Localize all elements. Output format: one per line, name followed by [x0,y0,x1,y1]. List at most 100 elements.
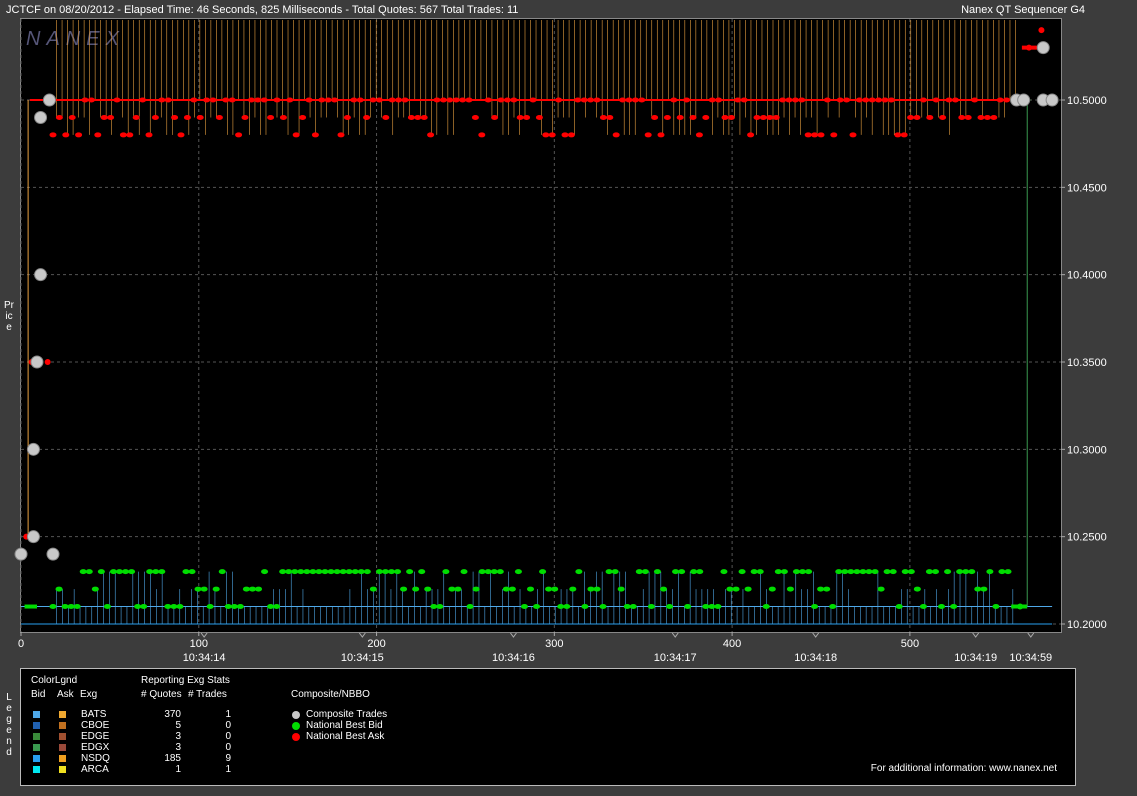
ask-marker [913,114,921,120]
trade-marker [42,93,56,107]
bid-marker [152,569,160,575]
bid-swatch [33,766,40,773]
bid-marker [73,604,81,610]
ask-marker [830,132,838,138]
ask-marker [599,114,607,120]
bid-marker [581,604,589,610]
bid-marker [944,569,952,575]
bid-marker [212,586,220,592]
bid-marker [611,569,619,575]
bid-marker [327,569,335,575]
bid-swatch [33,755,40,762]
ask-marker [702,114,710,120]
bid-marker [224,604,232,610]
bid-swatch [33,744,40,751]
legend-colorlgnd: ColorLgnd [31,675,78,686]
ask-marker [267,114,275,120]
bid-marker [115,569,123,575]
exchange-name: CBOE [81,720,110,731]
bid-marker [907,569,915,575]
bid-marker [109,569,117,575]
time-tick-label: 10:34:17 [654,652,697,664]
bid-marker [968,569,976,575]
ask-marker [772,114,780,120]
bid-marker [847,569,855,575]
bid-marker [55,586,63,592]
bid-marker [871,569,879,575]
bid-marker [859,569,867,575]
bid-marker [659,586,667,592]
ask-marker [907,114,915,120]
bid-marker [460,569,468,575]
ask-marker [817,132,825,138]
ask-marker [75,132,83,138]
bid-marker [792,569,800,575]
bid-marker [901,569,909,575]
time-tick-mark [510,632,517,638]
bid-marker [895,604,903,610]
legend-stats-title: Reporting Exg Stats [141,675,230,686]
bid-swatch [33,711,40,718]
ask-marker [414,114,422,120]
exchange-name: BATS [81,709,107,720]
bid-marker [992,604,1000,610]
bid-marker [170,604,178,610]
bid-marker [91,586,99,592]
time-tick-mark [358,632,366,638]
ask-marker [171,114,179,120]
ask-marker [894,132,902,138]
bid-marker [913,586,921,592]
bid-marker [835,569,843,575]
bid-marker [533,604,541,610]
ask-marker [471,114,479,120]
y-tick-label: 10.4000 [1067,270,1107,282]
bid-marker [490,569,498,575]
ask-swatch [59,722,66,729]
bid-marker [406,569,414,575]
bid-marker [279,569,287,575]
ask-marker [107,114,115,120]
bid-marker [134,604,142,610]
bid-marker [496,569,504,575]
ask-marker [759,114,767,120]
ask-marker [849,132,857,138]
exchange-name: EDGE [81,731,110,742]
x-tick-label: 400 [723,638,741,650]
time-tick-mark [200,632,208,638]
exchange-name: ARCA [81,764,109,775]
ask-marker [94,132,102,138]
bid-marker [762,604,770,610]
ask-marker [523,114,531,120]
ask-marker [689,114,697,120]
bid-marker [563,604,571,610]
ask-marker [606,114,614,120]
ask-marker [983,114,991,120]
ask-marker [299,114,307,120]
bid-marker [146,569,154,575]
bid-marker [823,586,831,592]
bid-marker [303,569,311,575]
bid-marker [829,604,837,610]
ask-marker [977,114,985,120]
ask-marker [235,132,243,138]
ask-marker [478,132,486,138]
bid-marker [158,569,166,575]
trade-marker [1036,41,1050,55]
ask-marker [55,114,63,120]
bid-marker [394,569,402,575]
bid-marker [865,569,873,575]
bid-marker [1004,569,1012,575]
bid-marker [339,569,347,575]
bid-swatch [33,722,40,729]
trade-marker [26,530,40,544]
bid-marker [484,569,492,575]
ask-swatch [59,766,66,773]
ask-marker [676,114,684,120]
bid-marker [97,569,105,575]
bid-marker [714,604,722,610]
exchange-quotes: 5 [175,720,181,731]
bid-marker [261,569,269,575]
bid-marker [605,569,613,575]
time-tick-label: 10:34:16 [492,652,535,664]
bid-marker [998,569,1006,575]
